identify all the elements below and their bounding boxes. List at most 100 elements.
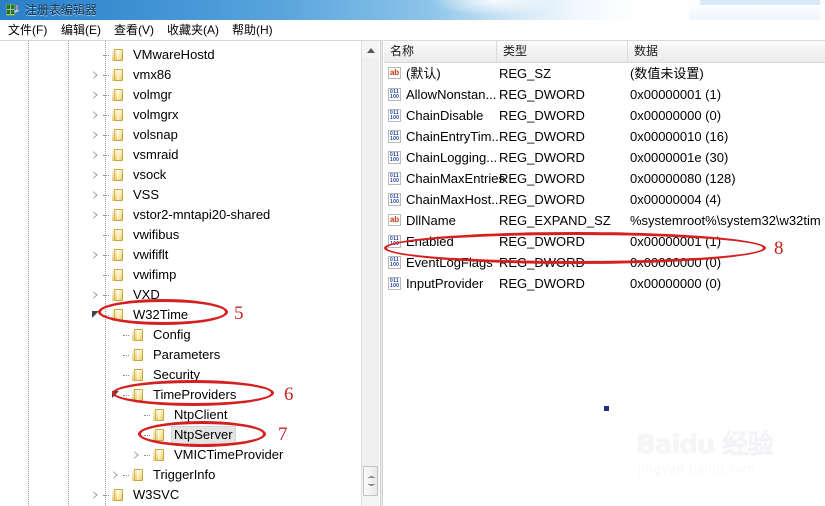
scrollbar-thumb[interactable] bbox=[363, 466, 378, 496]
tree-item-label: Config bbox=[153, 326, 191, 342]
expand-triangle-icon[interactable] bbox=[91, 245, 103, 265]
tree-item-vmwarehostd[interactable]: VMwareHostd bbox=[91, 45, 218, 65]
panel-splitter[interactable] bbox=[380, 41, 383, 506]
column-header-data[interactable]: 数据 bbox=[628, 41, 825, 62]
registry-key-folder-icon bbox=[110, 188, 125, 202]
registry-key-folder-icon bbox=[110, 268, 125, 282]
tree-item-vmx86[interactable]: vmx86 bbox=[91, 65, 174, 85]
twisty-placeholder bbox=[91, 45, 103, 65]
tree-vertical-scrollbar[interactable] bbox=[361, 41, 379, 506]
value-row[interactable]: 011 100 ChainMaxEntries REG_DWORD 0x00000080… bbox=[384, 168, 825, 189]
expand-triangle-icon[interactable] bbox=[91, 105, 103, 125]
tree-item-label: volmgr bbox=[133, 86, 173, 102]
dword-value-icon: 011 100 bbox=[388, 256, 401, 269]
value-type: REG_DWORD bbox=[499, 234, 585, 249]
tree-item-w3svc[interactable]: W3SVC bbox=[91, 485, 182, 505]
menu-item-view[interactable]: 查看(V) bbox=[111, 22, 157, 39]
tree-item-label: Parameters bbox=[153, 346, 221, 362]
dword-value-icon: 011 100 bbox=[388, 88, 401, 101]
value-name: ChainLogging... bbox=[406, 150, 498, 165]
tree-item-vsmraid[interactable]: vsmraid bbox=[91, 145, 182, 165]
tree-item-volmgrx[interactable]: volmgrx bbox=[91, 105, 182, 125]
expand-triangle-icon[interactable] bbox=[91, 145, 103, 165]
tree-guide-line bbox=[68, 41, 69, 506]
tree-item-timeproviders[interactable]: TimeProviders bbox=[111, 385, 239, 405]
registry-key-folder-icon bbox=[130, 348, 145, 362]
tree-item-config[interactable]: Config bbox=[111, 325, 194, 345]
tree-item-vmictimeprovider[interactable]: VMICTimeProvider bbox=[132, 445, 286, 465]
registry-key-folder-icon bbox=[110, 68, 125, 82]
registry-key-folder-icon bbox=[110, 128, 125, 142]
value-data: 0x00000000 (0) bbox=[630, 255, 722, 270]
expand-triangle-icon[interactable] bbox=[132, 445, 144, 465]
value-row[interactable]: 011 100 Enabled REG_DWORD 0x00000001 (1) bbox=[384, 231, 825, 252]
tree-item-vxd[interactable]: VXD bbox=[91, 285, 163, 305]
expand-triangle-icon[interactable] bbox=[91, 125, 103, 145]
expand-triangle-icon[interactable] bbox=[91, 85, 103, 105]
expand-triangle-icon[interactable] bbox=[91, 485, 103, 505]
tree-item-vsock[interactable]: vsock bbox=[91, 165, 169, 185]
tree-connector-icon bbox=[103, 254, 109, 256]
tree-item-label: NtpServer bbox=[171, 425, 236, 445]
value-data: 0x00000080 (128) bbox=[630, 171, 736, 186]
value-row[interactable]: 011 100 ChainDisable REG_DWORD 0x00000000 (0… bbox=[384, 105, 825, 126]
twisty-placeholder bbox=[111, 325, 123, 345]
tree-item-vwifibus[interactable]: vwifibus bbox=[91, 225, 182, 245]
value-row[interactable]: 011 100 ChainLogging... REG_DWORD 0x0000001e… bbox=[384, 147, 825, 168]
menu-bar: 文件(F) 编辑(E) 查看(V) 收藏夹(A) 帮助(H) bbox=[0, 20, 825, 41]
window-title: 注册表编辑器 bbox=[25, 3, 98, 17]
collapse-triangle-icon[interactable] bbox=[91, 305, 103, 325]
column-header-type[interactable]: 类型 bbox=[497, 41, 628, 62]
registry-value-list-panel[interactable]: 名称 类型 数据 ab (默认) REG_SZ (数值未设置) 011 100 AllowN… bbox=[384, 41, 825, 506]
value-row[interactable]: ab DllName REG_EXPAND_SZ %systemroot%\syste… bbox=[384, 210, 825, 231]
tree-item-label: TimeProviders bbox=[153, 386, 237, 402]
menu-item-edit[interactable]: 编辑(E) bbox=[58, 22, 104, 39]
expand-triangle-icon[interactable] bbox=[111, 465, 123, 485]
value-list-header: 名称 类型 数据 bbox=[384, 41, 825, 63]
tree-item-ntpclient[interactable]: NtpClient bbox=[132, 405, 230, 425]
tree-item-w32time[interactable]: W32Time bbox=[91, 305, 191, 325]
menu-item-favorites[interactable]: 收藏夹(A) bbox=[164, 22, 222, 39]
registry-key-folder-icon bbox=[110, 248, 125, 262]
expand-triangle-icon[interactable] bbox=[91, 185, 103, 205]
dword-value-icon: 011 100 bbox=[388, 109, 401, 122]
registry-key-folder-icon bbox=[110, 288, 125, 302]
tree-item-label: W3SVC bbox=[133, 486, 180, 502]
expand-triangle-icon[interactable] bbox=[91, 65, 103, 85]
column-header-name[interactable]: 名称 bbox=[384, 41, 497, 62]
registry-key-folder-icon bbox=[151, 428, 166, 442]
tree-item-vwififlt[interactable]: vwififlt bbox=[91, 245, 171, 265]
value-row[interactable]: 011 100 ChainMaxHost... REG_DWORD 0x00000004… bbox=[384, 189, 825, 210]
expand-triangle-icon[interactable] bbox=[91, 285, 103, 305]
tree-item-triggerinfo[interactable]: TriggerInfo bbox=[111, 465, 218, 485]
menu-item-file[interactable]: 文件(F) bbox=[5, 22, 50, 39]
tree-item-volmgr[interactable]: volmgr bbox=[91, 85, 175, 105]
value-data: %systemroot%\system32\w32tim bbox=[630, 213, 821, 228]
tree-item-volsnap[interactable]: volsnap bbox=[91, 125, 181, 145]
scrollbar-track[interactable] bbox=[362, 58, 379, 483]
registry-key-tree-panel[interactable]: VMwareHostd vmx86 volmgr volmgrx volsnap vsmr… bbox=[0, 41, 380, 506]
tree-item-ntpserver[interactable]: NtpServer bbox=[132, 425, 236, 445]
tree-connector-icon bbox=[103, 134, 109, 136]
expand-triangle-icon[interactable] bbox=[91, 165, 103, 185]
value-row[interactable]: 011 100 AllowNonstan... REG_DWORD 0x00000001… bbox=[384, 84, 825, 105]
window-titlebar[interactable]: 注册表编辑器 bbox=[0, 0, 825, 20]
value-row[interactable]: ab (默认) REG_SZ (数值未设置) bbox=[384, 63, 825, 84]
tree-item-vss[interactable]: VSS bbox=[91, 185, 162, 205]
value-row[interactable]: 011 100 InputProvider REG_DWORD 0x00000000 (… bbox=[384, 273, 825, 294]
tree-item-parameters[interactable]: Parameters bbox=[111, 345, 223, 365]
expand-triangle-icon[interactable] bbox=[91, 205, 103, 225]
collapse-triangle-icon[interactable] bbox=[111, 385, 123, 405]
value-row[interactable]: 011 100 ChainEntryTim... REG_DWORD 0x0000001… bbox=[384, 126, 825, 147]
scroll-up-arrow-icon[interactable] bbox=[362, 41, 379, 58]
twisty-placeholder bbox=[111, 345, 123, 365]
tree-item-security[interactable]: Security bbox=[111, 365, 203, 385]
menu-item-help[interactable]: 帮助(H) bbox=[229, 22, 276, 39]
tree-item-vstor2-mntapi20-shared[interactable]: vstor2-mntapi20-shared bbox=[91, 205, 273, 225]
twisty-placeholder bbox=[132, 405, 144, 425]
registry-key-folder-icon bbox=[130, 388, 145, 402]
dword-value-icon: 011 100 bbox=[388, 130, 401, 143]
tree-item-vwifimp[interactable]: vwifimp bbox=[91, 265, 179, 285]
tree-connector-icon bbox=[144, 434, 150, 436]
value-row[interactable]: 011 100 EventLogFlags REG_DWORD 0x00000000 (… bbox=[384, 252, 825, 273]
